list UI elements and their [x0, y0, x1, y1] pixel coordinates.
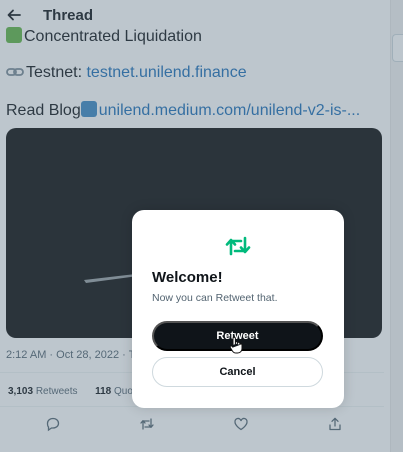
dialog-title: Welcome! [152, 269, 223, 286]
cancel-button[interactable]: Cancel [152, 357, 323, 387]
dialog-subtitle: Now you can Retweet that. [152, 292, 278, 304]
retweet-welcome-dialog: Welcome! Now you can Retweet that. Retwe… [132, 210, 344, 408]
retweet-icon [225, 236, 251, 256]
hand-cursor-icon [229, 336, 243, 354]
